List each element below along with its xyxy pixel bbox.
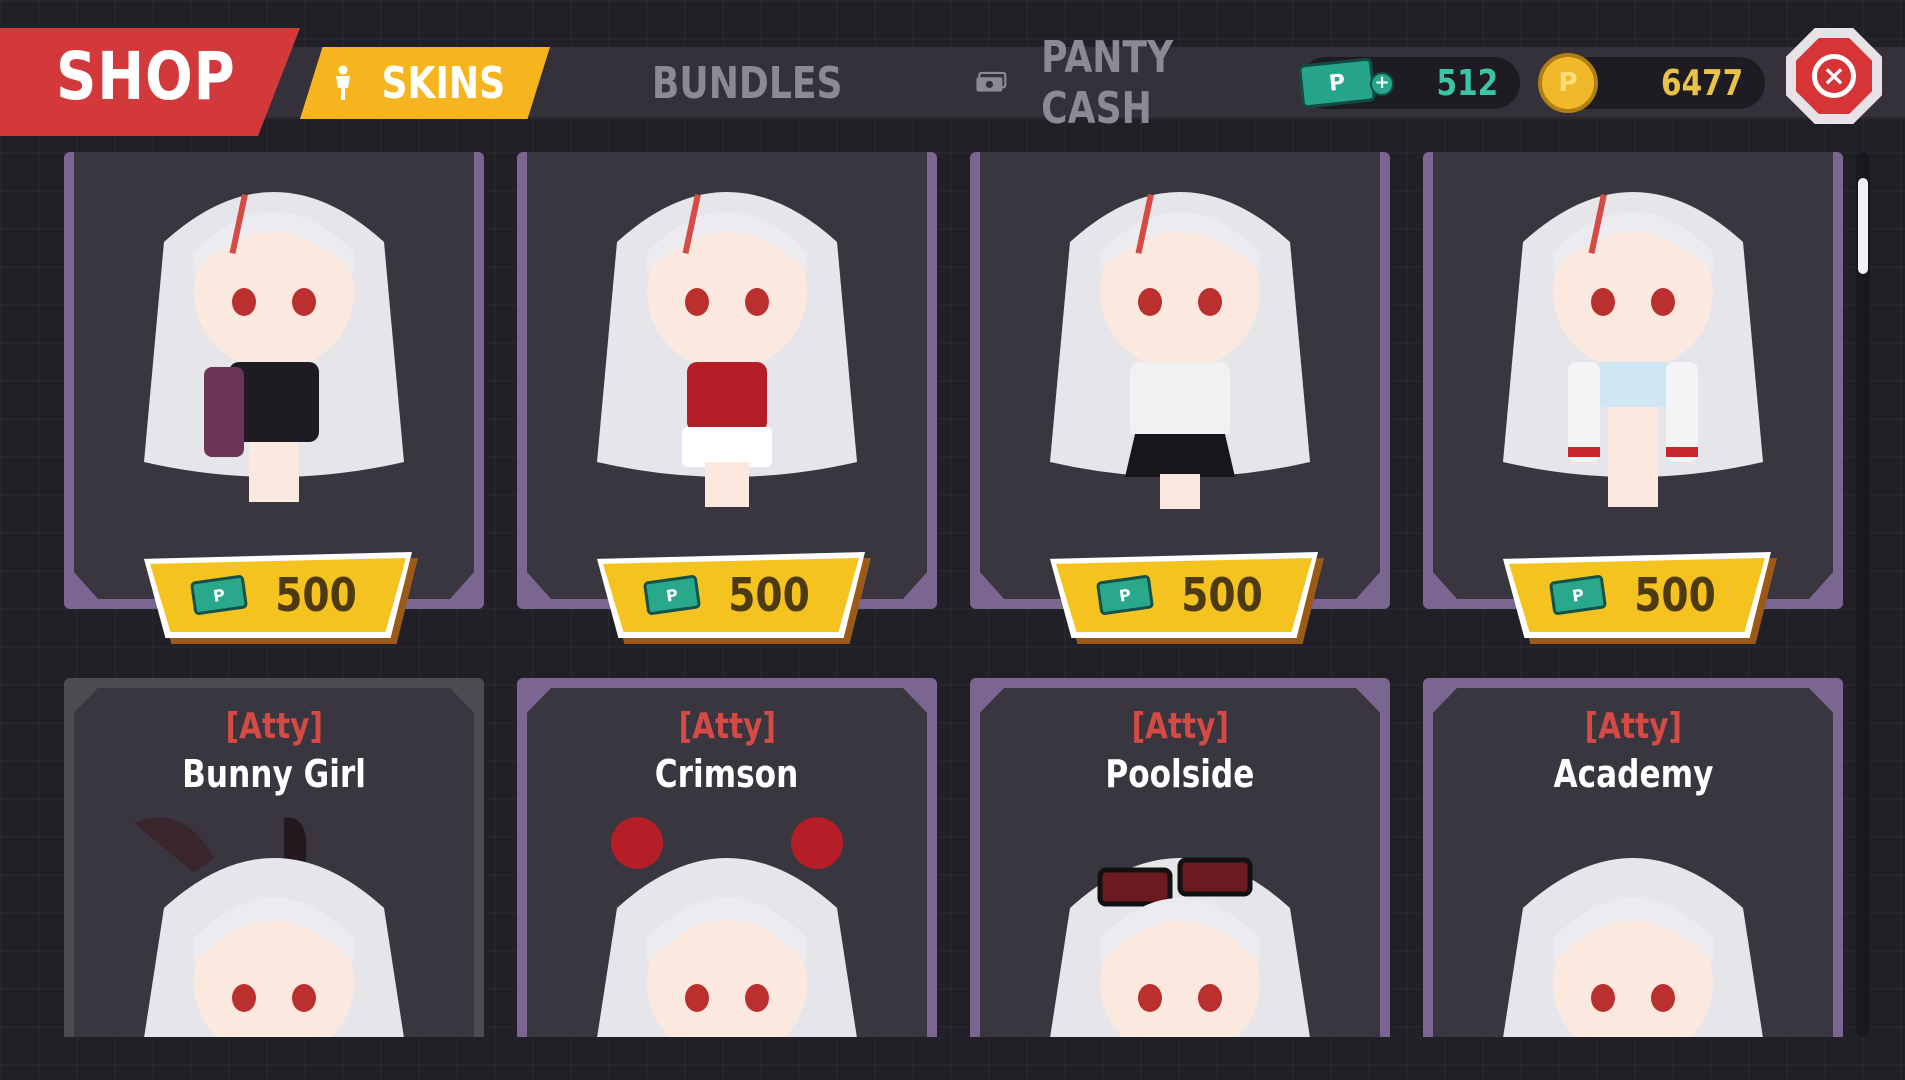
cash-icon: P	[1297, 57, 1377, 109]
character-portrait	[597, 817, 857, 1037]
add-cash-button[interactable]: +	[1370, 72, 1394, 96]
character-portrait	[144, 192, 404, 502]
coin-balance: P 6477	[1538, 53, 1765, 113]
coin-amount: 6477	[1660, 63, 1743, 104]
cash-icon: P	[642, 574, 702, 616]
price-value: 500	[1634, 568, 1716, 622]
skin-name: Academy	[1553, 752, 1713, 796]
tab-panty-cash-label: PANTY CASH	[1040, 32, 1173, 134]
price-tag[interactable]: P 500	[1503, 552, 1777, 644]
skin-tag: [Atty]	[225, 706, 323, 747]
price-tag[interactable]: P 500	[144, 552, 418, 644]
skin-card-bunny-girl[interactable]: [Atty] Bunny Girl	[64, 678, 484, 1037]
close-icon: ×	[1812, 54, 1856, 98]
skin-card-2[interactable]: P 500	[517, 152, 937, 644]
tab-skins-label: SKINS	[381, 57, 505, 109]
skin-tag: [Atty]	[678, 706, 776, 747]
skin-tag: [Atty]	[1131, 706, 1229, 747]
tab-skins[interactable]: SKINS	[300, 47, 550, 119]
vertical-scrollbar[interactable]	[1856, 152, 1870, 1037]
character-portrait	[1050, 857, 1310, 1037]
cash-balance: P + 512	[1297, 57, 1520, 109]
cash-icon: P	[1095, 574, 1155, 616]
price-tag[interactable]: P 500	[597, 552, 871, 644]
close-button[interactable]: ×	[1786, 28, 1882, 124]
character-portrait	[597, 192, 857, 507]
skin-card-1[interactable]: P 500	[64, 152, 484, 644]
character-portrait	[1503, 858, 1763, 1037]
tab-panty-cash[interactable]: PANTY CASH	[975, 32, 1245, 134]
scrollbar-thumb[interactable]	[1858, 178, 1868, 274]
skin-card-academy[interactable]: [Atty] Academy	[1423, 678, 1843, 1037]
person-icon	[335, 65, 350, 100]
skin-card-poolside[interactable]: [Atty] Poolside	[970, 678, 1390, 1037]
price-tag[interactable]: P 500	[1050, 552, 1324, 644]
tab-bundles-label: BUNDLES	[651, 57, 843, 109]
skin-name: Bunny Girl	[182, 752, 366, 796]
price-value: 500	[1181, 568, 1263, 622]
coin-icon: P	[1538, 53, 1598, 113]
cash-stack-icon	[976, 71, 1007, 92]
skin-tag: [Atty]	[1584, 706, 1682, 747]
character-portrait	[1050, 192, 1310, 509]
character-portrait	[1503, 192, 1763, 507]
shop-title: SHOP	[56, 38, 236, 115]
character-portrait	[134, 817, 404, 1037]
skin-grid[interactable]: P 500 P 500 P 500 P 500 [Atty] Bunny Gir…	[64, 152, 1864, 1037]
skin-card-4[interactable]: P 500	[1423, 152, 1843, 644]
price-value: 500	[275, 568, 357, 622]
price-value: 500	[728, 568, 810, 622]
tab-bundles[interactable]: BUNDLES	[620, 47, 860, 119]
skin-card-3[interactable]: P 500	[970, 152, 1390, 644]
shop-title-banner: SHOP	[0, 28, 300, 136]
skin-name: Crimson	[655, 752, 799, 796]
skin-card-crimson[interactable]: [Atty] Crimson	[517, 678, 937, 1037]
cash-amount: 512	[1436, 63, 1498, 104]
close-button-inner: ×	[1796, 38, 1872, 114]
cash-icon: P	[189, 574, 249, 616]
cash-icon: P	[1548, 574, 1608, 616]
skin-name: Poolside	[1105, 752, 1255, 796]
